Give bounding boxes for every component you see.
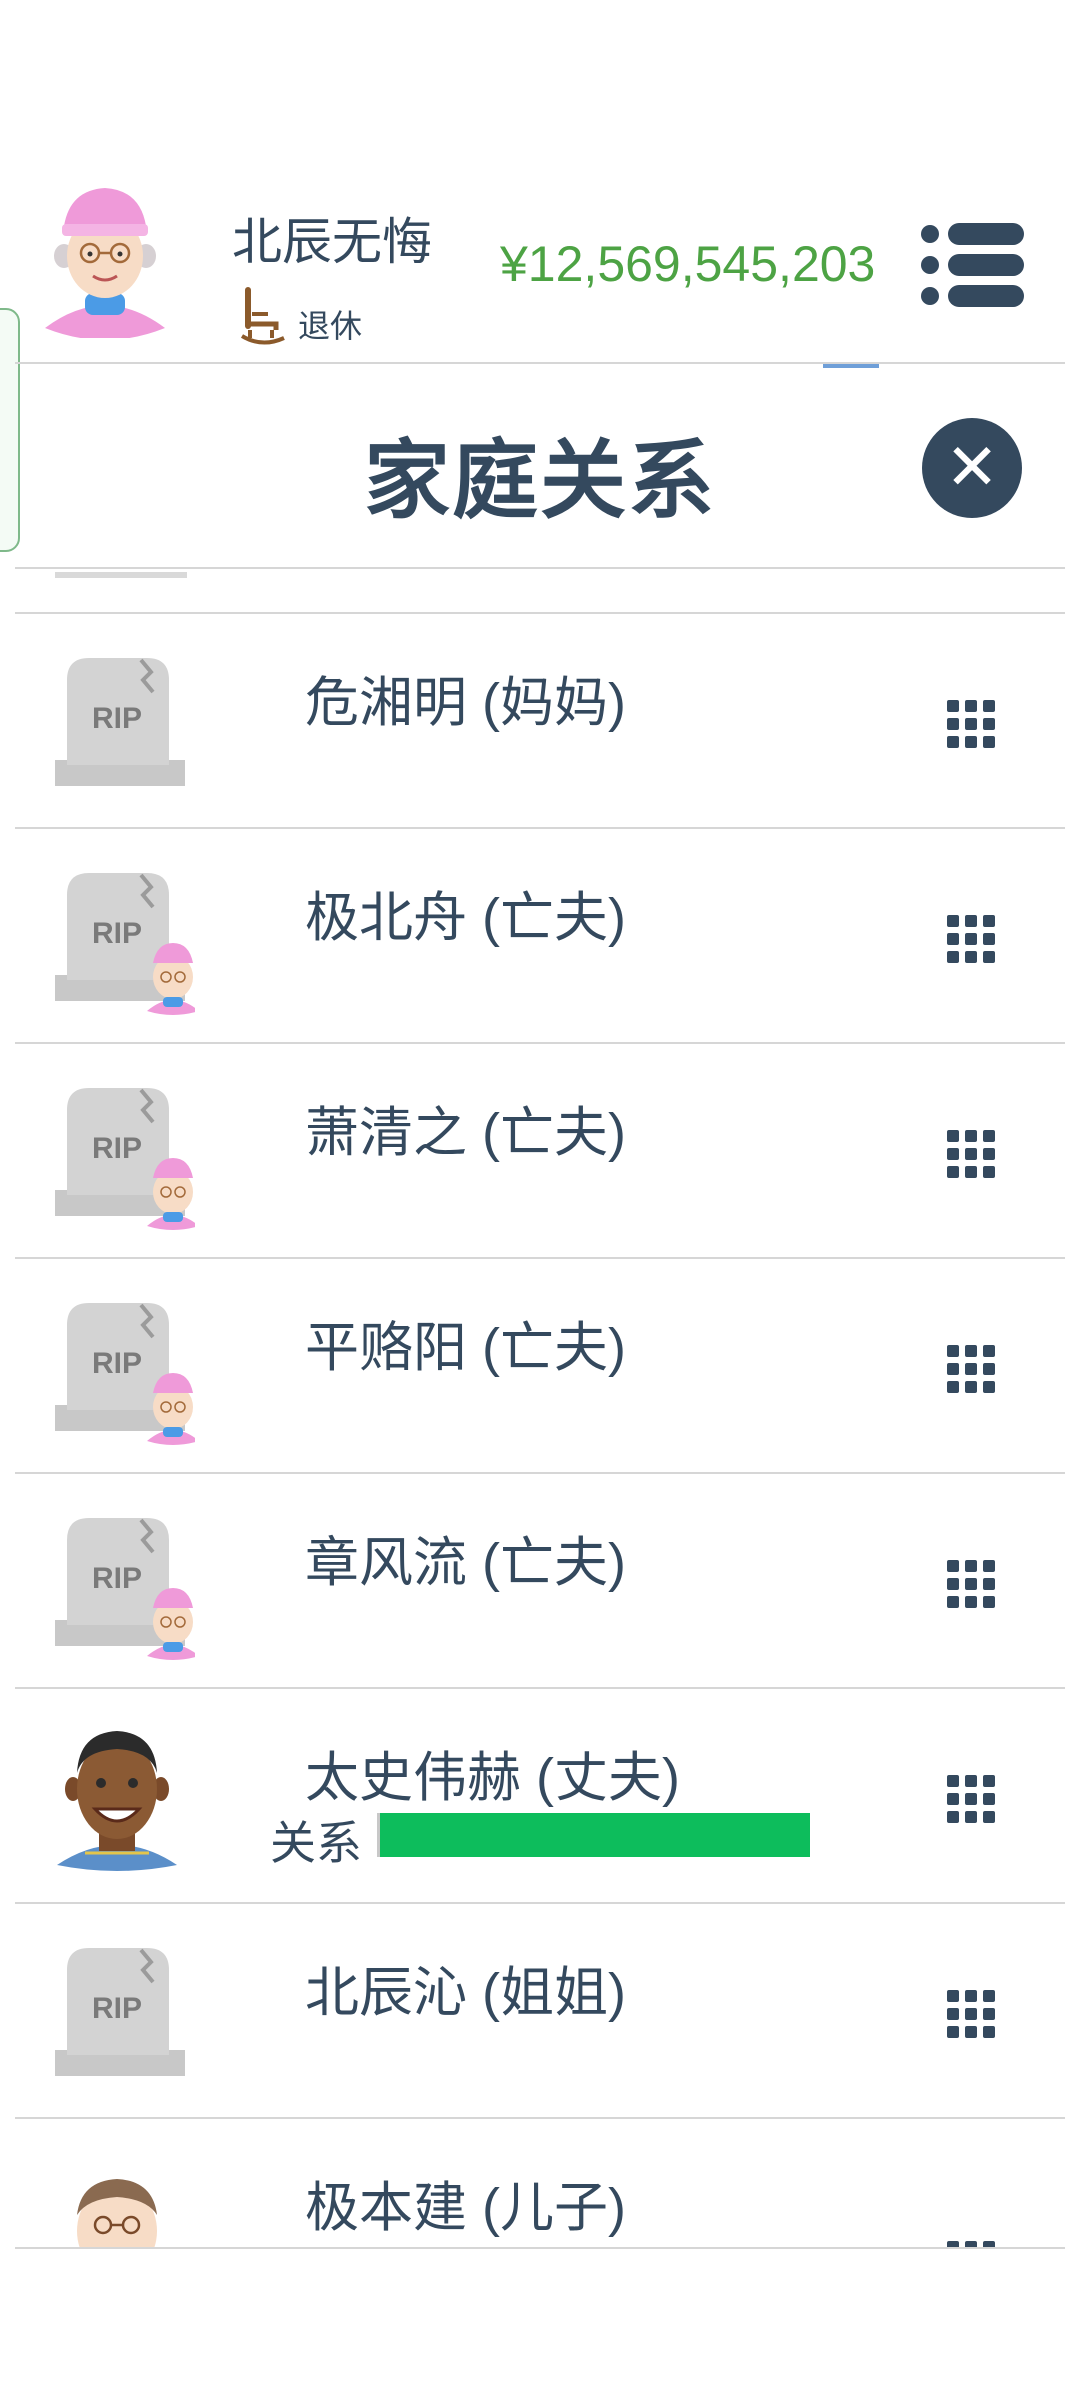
player-status: 退休	[240, 286, 362, 348]
rip-tombstone-icon: RIP	[55, 1518, 195, 1660]
status-label: 退休	[298, 307, 363, 345]
panel-title: 家庭关系	[364, 431, 716, 531]
grid-menu-icon[interactable]	[945, 1558, 997, 1610]
svg-text:RIP: RIP	[92, 1347, 142, 1380]
rip-tombstone-icon: RIP	[55, 873, 195, 1015]
svg-text:RIP: RIP	[92, 1562, 142, 1595]
grid-menu-icon[interactable]	[945, 698, 997, 750]
svg-text:RIP: RIP	[92, 702, 142, 735]
relation-row[interactable]: RIP 平赂阳 (亡夫)	[15, 1257, 1065, 1472]
relation-row[interactable]: 太史伟赫 (丈夫) 关系	[15, 1687, 1065, 1902]
son-avatar	[77, 2179, 157, 2247]
rip-tombstone-icon: RIP	[55, 658, 185, 786]
title-divider	[15, 567, 1065, 569]
svg-text:RIP: RIP	[92, 1992, 142, 2025]
husband-avatar	[57, 1731, 177, 1871]
money-balance: ¥12,569,545,203	[500, 236, 876, 292]
scroll-indicator	[55, 572, 187, 578]
relations-list[interactable]: RIP 危湘明 (妈妈) RIP 极北舟 (亡夫) RIP 萧清之 (亡夫) R…	[15, 612, 1065, 2249]
relationship-bar-fill	[380, 1813, 810, 1857]
relationship-bar	[377, 1813, 810, 1857]
relation-name: 萧清之 (亡夫)	[305, 1103, 626, 1163]
svg-text:RIP: RIP	[92, 917, 142, 950]
relation-row[interactable]: RIP 极北舟 (亡夫)	[15, 827, 1065, 1042]
relation-name: 危湘明 (妈妈)	[305, 673, 626, 733]
player-header: 北辰无悔 退休 ¥12,569,545,203	[0, 150, 1080, 362]
grid-menu-icon[interactable]	[945, 1343, 997, 1395]
grid-menu-icon[interactable]	[945, 913, 997, 965]
grid-menu-icon[interactable]	[945, 1773, 997, 1825]
relation-name: 极北舟 (亡夫)	[305, 888, 626, 948]
header-divider	[15, 362, 1065, 364]
relation-name: 北辰沁 (姐姐)	[305, 1963, 626, 2023]
rip-tombstone-icon: RIP	[55, 1088, 195, 1230]
player-name: 北辰无悔	[232, 213, 432, 271]
header-accent	[823, 364, 879, 368]
relation-row[interactable]: RIP 章风流 (亡夫)	[15, 1472, 1065, 1687]
relationship-label: 关系	[270, 1816, 362, 1870]
svg-text:RIP: RIP	[92, 1132, 142, 1165]
relation-name: 极本建 (儿子)	[305, 2178, 626, 2238]
relation-name: 太史伟赫 (丈夫)	[305, 1748, 680, 1808]
more-dots-icon[interactable]	[945, 2203, 997, 2249]
relation-row[interactable]: 极本建 (儿子)	[15, 2117, 1065, 2249]
close-icon: ✕	[945, 431, 999, 505]
relation-name: 章风流 (亡夫)	[305, 1533, 626, 1593]
relation-name: 平赂阳 (亡夫)	[305, 1318, 626, 1378]
rip-tombstone-icon: RIP	[55, 1303, 195, 1445]
close-button[interactable]: ✕	[922, 418, 1022, 518]
grid-menu-icon[interactable]	[945, 1988, 997, 2040]
relation-row[interactable]: RIP 北辰沁 (姐姐)	[15, 1902, 1065, 2117]
rocking-chair-icon	[240, 287, 285, 345]
relation-row[interactable]: RIP 萧清之 (亡夫)	[15, 1042, 1065, 1257]
rip-tombstone-icon: RIP	[55, 1948, 185, 2076]
grid-menu-icon[interactable]	[945, 1128, 997, 1180]
menu-list-icon[interactable]	[920, 220, 1026, 310]
player-avatar[interactable]	[40, 178, 170, 338]
relation-row[interactable]: RIP 危湘明 (妈妈)	[15, 612, 1065, 827]
